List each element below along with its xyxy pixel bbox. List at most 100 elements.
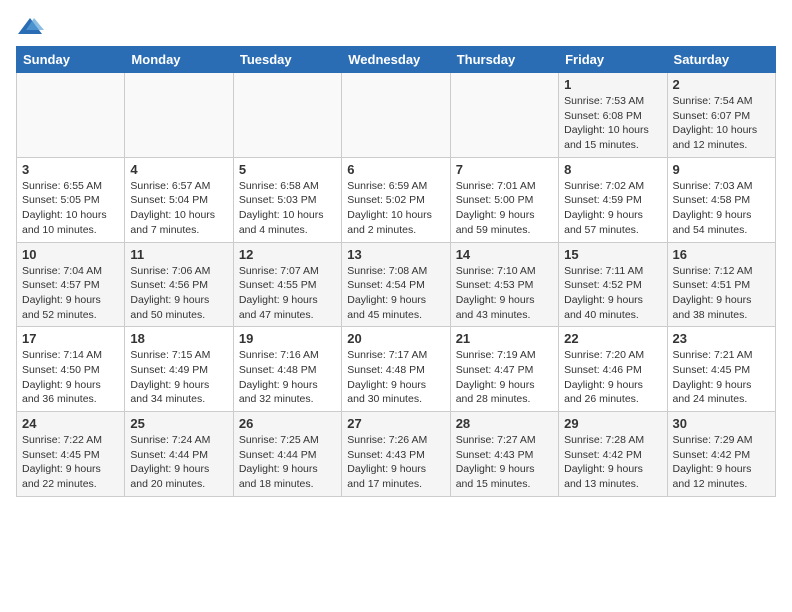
day-number: 9 xyxy=(673,162,770,177)
day-info: Sunrise: 7:26 AM Sunset: 4:43 PM Dayligh… xyxy=(347,433,444,492)
day-number: 18 xyxy=(130,331,227,346)
calendar-table: SundayMondayTuesdayWednesdayThursdayFrid… xyxy=(16,46,776,497)
calendar-cell: 30 Sunrise: 7:29 AM Sunset: 4:42 PM Dayli… xyxy=(667,412,775,497)
calendar-cell xyxy=(342,73,450,158)
day-info: Sunrise: 6:55 AM Sunset: 5:05 PM Dayligh… xyxy=(22,179,119,238)
weekday-header-friday: Friday xyxy=(559,47,667,73)
day-info: Sunrise: 7:01 AM Sunset: 5:00 PM Dayligh… xyxy=(456,179,553,238)
day-number: 14 xyxy=(456,247,553,262)
page-header xyxy=(16,16,776,38)
calendar-cell: 29 Sunrise: 7:28 AM Sunset: 4:42 PM Dayli… xyxy=(559,412,667,497)
calendar-cell: 14Sunrise: 7:10 AM Sunset: 4:53 PM Dayli… xyxy=(450,242,558,327)
day-number: 6 xyxy=(347,162,444,177)
calendar-cell: 8 Sunrise: 7:02 AM Sunset: 4:59 PM Daylig… xyxy=(559,157,667,242)
calendar-cell: 19 Sunrise: 7:16 AM Sunset: 4:48 PM Dayli… xyxy=(233,327,341,412)
day-info: Sunrise: 7:22 AM Sunset: 4:45 PM Dayligh… xyxy=(22,433,119,492)
calendar-cell: 12 Sunrise: 7:07 AM Sunset: 4:55 PM Dayli… xyxy=(233,242,341,327)
calendar-cell: 24 Sunrise: 7:22 AM Sunset: 4:45 PM Dayli… xyxy=(17,412,125,497)
weekday-header-monday: Monday xyxy=(125,47,233,73)
weekday-header-row: SundayMondayTuesdayWednesdayThursdayFrid… xyxy=(17,47,776,73)
calendar-cell: 6 Sunrise: 6:59 AM Sunset: 5:02 PM Daylig… xyxy=(342,157,450,242)
day-number: 3 xyxy=(22,162,119,177)
day-number: 24 xyxy=(22,416,119,431)
day-info: Sunrise: 6:57 AM Sunset: 5:04 PM Dayligh… xyxy=(130,179,227,238)
day-number: 17 xyxy=(22,331,119,346)
calendar-cell xyxy=(125,73,233,158)
day-info: Sunrise: 7:19 AM Sunset: 4:47 PM Dayligh… xyxy=(456,348,553,407)
day-number: 4 xyxy=(130,162,227,177)
calendar-cell: 2 Sunrise: 7:54 AM Sunset: 6:07 PM Daylig… xyxy=(667,73,775,158)
calendar-cell: 22 Sunrise: 7:20 AM Sunset: 4:46 PM Dayli… xyxy=(559,327,667,412)
calendar-cell: 23 Sunrise: 7:21 AM Sunset: 4:45 PM Dayli… xyxy=(667,327,775,412)
day-info: Sunrise: 7:14 AM Sunset: 4:50 PM Dayligh… xyxy=(22,348,119,407)
day-number: 5 xyxy=(239,162,336,177)
logo xyxy=(16,16,48,38)
calendar-cell: 3 Sunrise: 6:55 AM Sunset: 5:05 PM Daylig… xyxy=(17,157,125,242)
day-info: Sunrise: 7:02 AM Sunset: 4:59 PM Dayligh… xyxy=(564,179,661,238)
day-number: 11 xyxy=(130,247,227,262)
calendar-cell: 10 Sunrise: 7:04 AM Sunset: 4:57 PM Dayli… xyxy=(17,242,125,327)
calendar-cell xyxy=(17,73,125,158)
day-number: 30 xyxy=(673,416,770,431)
weekday-header-wednesday: Wednesday xyxy=(342,47,450,73)
day-info: Sunrise: 7:17 AM Sunset: 4:48 PM Dayligh… xyxy=(347,348,444,407)
day-info: Sunrise: 6:58 AM Sunset: 5:03 PM Dayligh… xyxy=(239,179,336,238)
day-number: 16 xyxy=(673,247,770,262)
day-number: 23 xyxy=(673,331,770,346)
calendar-cell: 9 Sunrise: 7:03 AM Sunset: 4:58 PM Daylig… xyxy=(667,157,775,242)
calendar-cell: 21Sunrise: 7:19 AM Sunset: 4:47 PM Dayli… xyxy=(450,327,558,412)
calendar-cell: 13Sunrise: 7:08 AM Sunset: 4:54 PM Dayli… xyxy=(342,242,450,327)
day-number: 8 xyxy=(564,162,661,177)
day-info: Sunrise: 7:54 AM Sunset: 6:07 PM Dayligh… xyxy=(673,94,770,153)
day-number: 25 xyxy=(130,416,227,431)
day-number: 1 xyxy=(564,77,661,92)
calendar-cell xyxy=(450,73,558,158)
day-info: Sunrise: 7:12 AM Sunset: 4:51 PM Dayligh… xyxy=(673,264,770,323)
calendar-cell: 4 Sunrise: 6:57 AM Sunset: 5:04 PM Daylig… xyxy=(125,157,233,242)
calendar-cell: 11 Sunrise: 7:06 AM Sunset: 4:56 PM Dayli… xyxy=(125,242,233,327)
calendar-cell: 27 Sunrise: 7:26 AM Sunset: 4:43 PM Dayli… xyxy=(342,412,450,497)
day-number: 15 xyxy=(564,247,661,262)
day-info: Sunrise: 7:03 AM Sunset: 4:58 PM Dayligh… xyxy=(673,179,770,238)
day-number: 12 xyxy=(239,247,336,262)
day-number: 22 xyxy=(564,331,661,346)
week-row-2: 3 Sunrise: 6:55 AM Sunset: 5:05 PM Daylig… xyxy=(17,157,776,242)
day-info: Sunrise: 7:06 AM Sunset: 4:56 PM Dayligh… xyxy=(130,264,227,323)
day-info: Sunrise: 7:27 AM Sunset: 4:43 PM Dayligh… xyxy=(456,433,553,492)
calendar-cell xyxy=(233,73,341,158)
weekday-header-tuesday: Tuesday xyxy=(233,47,341,73)
day-number: 27 xyxy=(347,416,444,431)
day-info: Sunrise: 7:28 AM Sunset: 4:42 PM Dayligh… xyxy=(564,433,661,492)
calendar-cell: 28 Sunrise: 7:27 AM Sunset: 4:43 PM Dayli… xyxy=(450,412,558,497)
day-info: Sunrise: 7:21 AM Sunset: 4:45 PM Dayligh… xyxy=(673,348,770,407)
day-info: Sunrise: 7:11 AM Sunset: 4:52 PM Dayligh… xyxy=(564,264,661,323)
day-number: 29 xyxy=(564,416,661,431)
day-number: 7 xyxy=(456,162,553,177)
day-number: 13 xyxy=(347,247,444,262)
calendar-cell: 20Sunrise: 7:17 AM Sunset: 4:48 PM Dayli… xyxy=(342,327,450,412)
calendar-cell: 26Sunrise: 7:25 AM Sunset: 4:44 PM Dayli… xyxy=(233,412,341,497)
day-info: Sunrise: 6:59 AM Sunset: 5:02 PM Dayligh… xyxy=(347,179,444,238)
day-info: Sunrise: 7:04 AM Sunset: 4:57 PM Dayligh… xyxy=(22,264,119,323)
day-number: 28 xyxy=(456,416,553,431)
day-info: Sunrise: 7:16 AM Sunset: 4:48 PM Dayligh… xyxy=(239,348,336,407)
day-number: 2 xyxy=(673,77,770,92)
week-row-3: 10 Sunrise: 7:04 AM Sunset: 4:57 PM Dayli… xyxy=(17,242,776,327)
calendar-cell: 7 Sunrise: 7:01 AM Sunset: 5:00 PM Daylig… xyxy=(450,157,558,242)
day-info: Sunrise: 7:20 AM Sunset: 4:46 PM Dayligh… xyxy=(564,348,661,407)
week-row-1: 1Sunrise: 7:53 AM Sunset: 6:08 PM Daylig… xyxy=(17,73,776,158)
week-row-4: 17 Sunrise: 7:14 AM Sunset: 4:50 PM Dayli… xyxy=(17,327,776,412)
day-number: 10 xyxy=(22,247,119,262)
calendar-cell: 25 Sunrise: 7:24 AM Sunset: 4:44 PM Dayli… xyxy=(125,412,233,497)
day-info: Sunrise: 7:15 AM Sunset: 4:49 PM Dayligh… xyxy=(130,348,227,407)
weekday-header-saturday: Saturday xyxy=(667,47,775,73)
weekday-header-thursday: Thursday xyxy=(450,47,558,73)
day-info: Sunrise: 7:07 AM Sunset: 4:55 PM Dayligh… xyxy=(239,264,336,323)
day-info: Sunrise: 7:24 AM Sunset: 4:44 PM Dayligh… xyxy=(130,433,227,492)
calendar-cell: 15 Sunrise: 7:11 AM Sunset: 4:52 PM Dayli… xyxy=(559,242,667,327)
day-info: Sunrise: 7:29 AM Sunset: 4:42 PM Dayligh… xyxy=(673,433,770,492)
day-number: 19 xyxy=(239,331,336,346)
calendar-cell: 1Sunrise: 7:53 AM Sunset: 6:08 PM Daylig… xyxy=(559,73,667,158)
calendar-cell: 17 Sunrise: 7:14 AM Sunset: 4:50 PM Dayli… xyxy=(17,327,125,412)
day-info: Sunrise: 7:25 AM Sunset: 4:44 PM Dayligh… xyxy=(239,433,336,492)
